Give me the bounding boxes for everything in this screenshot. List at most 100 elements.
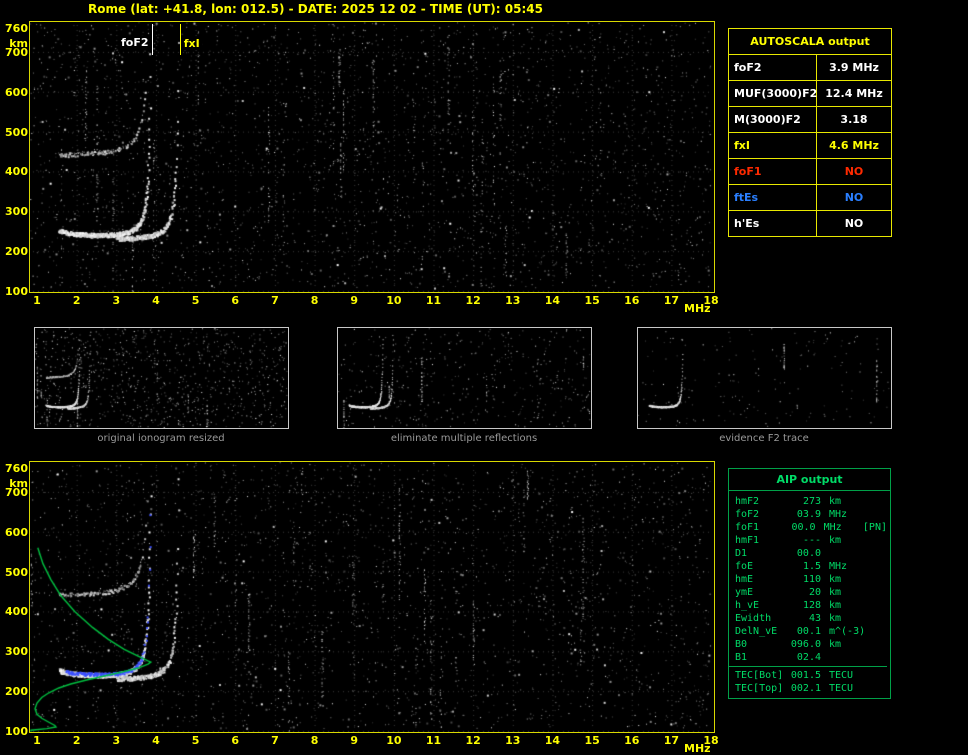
aip-row-label: hmE	[735, 574, 754, 585]
autoscala-rows: foF2 3.9 MHz MUF(3000)F2 12.4 MHz M(3000)F2 3…	[729, 55, 891, 236]
y-axis-tick: 200	[5, 245, 28, 259]
autoscala-row-label: MUF(3000)F2	[729, 81, 817, 106]
aip-row-value: 273	[802, 496, 821, 507]
aip-row-extra	[871, 560, 887, 573]
thumbnail-caption-eliminate: eliminate multiple reflections	[390, 433, 538, 444]
autoscala-row-value: 3.9 MHz	[829, 61, 879, 74]
autoscala-row: foF1 NO	[729, 159, 891, 185]
x-axis-tick: 8	[310, 734, 319, 747]
aip-row-value: 03.9	[796, 509, 821, 520]
y-axis-unit-label: km	[9, 477, 28, 490]
aip-row-extra	[871, 651, 887, 664]
aip-row-unit: km	[829, 574, 842, 585]
aip-row-label: Ewidth	[735, 613, 772, 624]
aip-row-unit: km	[829, 535, 842, 546]
aip-table: AIP output hmF2 273 km foF2 03.9 MHz foF1 00.0 M…	[728, 468, 891, 699]
aip-tec-value: 002.1	[790, 683, 821, 694]
aip-row: hmF2 273 km	[735, 495, 887, 508]
x-axis-tick: 1	[33, 294, 41, 307]
aip-separator	[729, 666, 887, 667]
aip-row-label: D1	[735, 548, 748, 559]
aip-tec-unit: TECU	[829, 683, 854, 694]
x-axis-tick: 13	[505, 734, 521, 747]
x-axis-unit-label: MHz	[684, 302, 711, 315]
autoscala-table: AUTOSCALA output foF2 3.9 MHz MUF(3000)F2 1…	[728, 28, 892, 237]
aip-row-extra: [PN]	[862, 522, 887, 533]
x-axis-tick: 15	[584, 734, 600, 747]
aip-row-unit: km	[829, 613, 842, 624]
aip-row-label: foF1	[735, 522, 760, 533]
aip-row-value: ---	[802, 535, 821, 546]
aip-row-extra	[871, 638, 887, 651]
aip-row-value: 128	[802, 600, 821, 611]
x-axis-tick: 11	[425, 734, 442, 747]
aip-row-unit: MHz	[829, 561, 848, 572]
autoscala-row-value: 4.6 MHz	[829, 139, 879, 152]
x-axis-tick: 12	[465, 294, 481, 307]
aip-row-unit	[821, 651, 871, 664]
aip-rows: hmF2 273 km foF2 03.9 MHz foF1 00.0 MHz [PN] hmF1-…	[729, 491, 890, 698]
y-axis-tick: 600	[5, 525, 28, 539]
aip-row: B1 02.4	[735, 651, 887, 664]
x-axis-tick: 2	[72, 294, 81, 307]
y-axis-tick: 600	[5, 85, 28, 99]
foF2-marker-label: foF2	[118, 36, 151, 49]
aip-row: Ewidth 43 km	[735, 612, 887, 625]
autoscala-row-value: NO	[844, 191, 864, 204]
x-axis-tick: 9	[350, 294, 359, 307]
y-axis-tick: 100	[5, 285, 28, 298]
autoscala-row: MUF(3000)F2 12.4 MHz	[729, 81, 891, 107]
aip-row-extra	[871, 586, 887, 599]
aip-row-extra	[871, 612, 887, 625]
y-axis-tick: 760	[5, 462, 28, 475]
x-axis-tick: 16	[624, 734, 640, 747]
bottom-ionogram-canvas	[29, 461, 715, 733]
x-axis-tick: 11	[425, 294, 442, 307]
y-axis-tick: 400	[5, 165, 28, 179]
thumbnail-evidence-f2-trace	[637, 327, 892, 429]
aip-row-label: h_vE	[735, 600, 760, 611]
aip-tec-row: TEC[Bot] 001.5 TECU	[735, 669, 887, 682]
y-axis-unit-label: km	[9, 37, 28, 50]
x-axis-tick: 17	[663, 734, 680, 747]
x-axis-unit-label: MHz	[684, 742, 711, 755]
page-title: Rome (lat: +41.8, lon: 012.5) - DATE: 20…	[88, 2, 543, 16]
aip-row-unit: km	[829, 587, 842, 598]
foF2-marker-line	[151, 24, 153, 55]
autoscala-row-label: ftEs	[729, 185, 817, 210]
aip-row: D1 00.0	[735, 547, 887, 560]
aip-row: h_vE 128 km	[735, 599, 887, 612]
x-axis-tick: 16	[624, 294, 640, 307]
y-axis-tick: 300	[5, 205, 28, 219]
x-axis-tick: 15	[584, 294, 600, 307]
aip-tec-label: TEC[Bot]	[735, 670, 784, 681]
x-axis-tick: 6	[231, 294, 240, 307]
aip-row-value: 43	[808, 613, 821, 624]
autoscala-row-label: fxI	[729, 133, 817, 158]
autoscala-row-label: h'Es	[729, 211, 817, 236]
x-axis-tick: 4	[152, 294, 160, 307]
aip-row-extra	[871, 573, 887, 586]
aip-row-label: hmF2	[735, 496, 760, 507]
x-axis-tick: 8	[310, 294, 319, 307]
aip-row: DelN_vE 00.1 m^(-3)	[735, 625, 887, 638]
autoscala-row-label: foF2	[729, 55, 817, 80]
aip-row-unit: km	[829, 600, 842, 611]
aip-row-value: 02.4	[796, 652, 821, 663]
aip-tec-label: TEC[Top]	[735, 683, 784, 694]
aip-title: AIP output	[729, 469, 890, 491]
aip-row-extra	[871, 599, 887, 612]
autoscala-row-label: M(3000)F2	[729, 107, 817, 132]
x-axis-tick: 10	[386, 734, 402, 747]
aip-row-extra	[871, 547, 887, 560]
x-axis-tick: 14	[544, 734, 561, 747]
aip-row: foE 1.5 MHz	[735, 560, 887, 573]
autoscala-row: fxI 4.6 MHz	[729, 133, 891, 159]
x-axis-tick: 7	[271, 734, 279, 747]
aip-row-value: 096.0	[790, 639, 821, 650]
y-axis-tick: 200	[5, 685, 28, 699]
aip-row-unit: km	[829, 639, 842, 650]
aip-row-extra	[871, 625, 887, 638]
app-window: Rome (lat: +41.8, lon: 012.5) - DATE: 20…	[0, 0, 968, 755]
autoscala-row: ftEs NO	[729, 185, 891, 211]
